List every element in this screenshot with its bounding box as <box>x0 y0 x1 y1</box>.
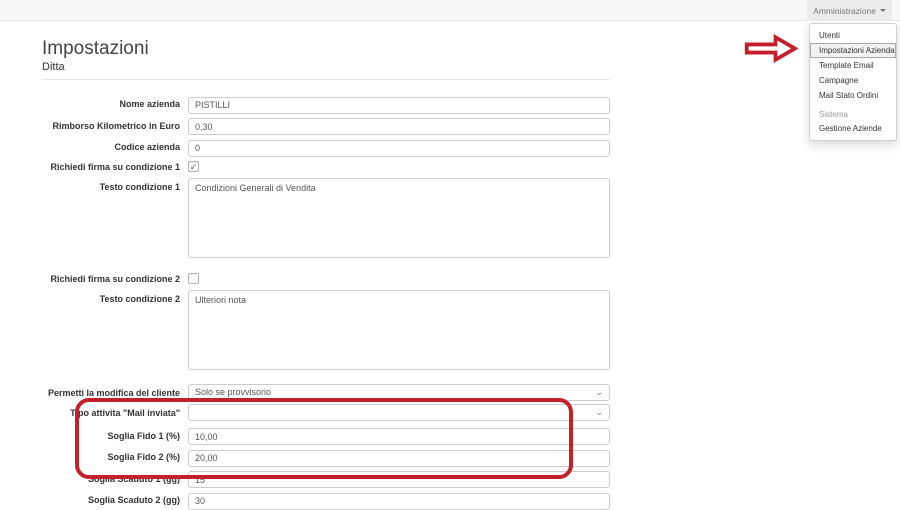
permetti-la-modifica-del-cliente-select[interactable]: Solo se provvisorio <box>188 384 610 401</box>
field-label: Permetti la modifica del cliente <box>42 384 188 398</box>
form-row-richiedi-firma-su-condizione-1: Richiedi firma su condizione 1✓ <box>42 160 610 175</box>
form-row-rimborso-kilometrico-in-euro: Rimborso Kilometrico in Euro <box>42 117 610 136</box>
field-control <box>188 178 610 263</box>
field-label: Testo condizione 2 <box>42 290 188 304</box>
form-row-nome-azienda: Nome azienda <box>42 95 610 114</box>
field-label: Tipo attivita "Mail inviata" <box>42 404 188 418</box>
divider <box>42 79 610 80</box>
richiedi-firma-su-condizione-2-checkbox[interactable] <box>188 273 199 284</box>
menu-item-template-email[interactable]: Template Email <box>810 58 896 73</box>
field-control <box>188 290 610 375</box>
select-wrapper: Solo se provvisorio⌄ <box>188 384 610 401</box>
field-control <box>188 117 610 136</box>
field-control: ⌄ <box>188 404 610 421</box>
field-label: Codice azienda <box>42 138 188 152</box>
field-label: Soglia Fido 1 (%) <box>42 427 188 441</box>
form-row-testo-condizione-2: Testo condizione 2 <box>42 290 610 375</box>
menu-item-campagne[interactable]: Campagne <box>810 73 896 88</box>
admin-dropdown-label: Amministrazione <box>813 6 876 16</box>
field-label: Rimborso Kilometrico in Euro <box>42 117 188 131</box>
form-row-permetti-la-modifica-del-cliente: Permetti la modifica del clienteSolo se … <box>42 384 610 401</box>
field-control: Solo se provvisorio⌄ <box>188 384 610 401</box>
form-row-soglia-scaduto-2-gg: Soglia Scaduto 2 (gg) <box>42 491 610 510</box>
form-row-tipo-attivita-mail-inviata: Tipo attivita "Mail inviata"⌄ <box>42 404 610 421</box>
soglia-fido-2-input[interactable] <box>188 450 610 467</box>
codice-azienda-input[interactable] <box>188 140 610 157</box>
form-row-soglia-fido-2: Soglia Fido 2 (%) <box>42 448 610 467</box>
menu-item-utenti[interactable]: Utenti <box>810 28 896 43</box>
field-control <box>188 427 610 446</box>
menu-header-sistema: Sistema <box>810 107 896 121</box>
red-arrow-icon <box>744 34 798 63</box>
field-control <box>188 272 610 284</box>
page-subtitle: Ditta <box>42 60 610 74</box>
field-control <box>188 491 610 510</box>
company-settings-form: Nome azienda Rimborso Kilometrico in Euro… <box>42 95 610 510</box>
soglia-scaduto-1-gg-input[interactable] <box>188 471 610 488</box>
field-control <box>188 448 610 467</box>
menu-item-gestione-aziende[interactable]: Gestione Aziende <box>810 121 896 136</box>
field-label: Soglia Scaduto 1 (gg) <box>42 470 188 484</box>
field-label: Richiedi firma su condizione 1 <box>42 160 188 172</box>
field-control <box>188 470 610 489</box>
field-label: Testo condizione 1 <box>42 178 188 192</box>
caret-down-icon <box>880 9 886 12</box>
form-row-richiedi-firma-su-condizione-2: Richiedi firma su condizione 2 <box>42 272 610 287</box>
soglia-fido-1-input[interactable] <box>188 428 610 445</box>
field-label: Nome azienda <box>42 95 188 109</box>
testo-condizione-2-textarea[interactable] <box>188 290 610 370</box>
form-row-codice-azienda: Codice azienda <box>42 138 610 157</box>
admin-dropdown-menu: UtentiImpostazioni AziendaTemplate Email… <box>809 23 897 141</box>
testo-condizione-1-textarea[interactable] <box>188 178 610 258</box>
page-title: Impostazioni <box>42 38 610 60</box>
menu-item-mail-stato-ordini[interactable]: Mail Stato Ordini <box>810 88 896 103</box>
field-control <box>188 138 610 157</box>
select-wrapper: ⌄ <box>188 404 610 421</box>
menu-item-impostazioni-azienda[interactable]: Impostazioni Azienda <box>810 43 896 58</box>
richiedi-firma-su-condizione-1-checkbox[interactable]: ✓ <box>188 161 199 172</box>
field-control <box>188 95 610 114</box>
field-label: Soglia Scaduto 2 (gg) <box>42 491 188 505</box>
tipo-attivita-mail-inviata-select[interactable] <box>188 404 610 421</box>
field-label: Richiedi firma su condizione 2 <box>42 272 188 284</box>
form-row-testo-condizione-1: Testo condizione 1 <box>42 178 610 263</box>
main-content: Impostazioni Ditta Nome azienda Rimborso … <box>42 21 610 510</box>
rimborso-kilometrico-in-euro-input[interactable] <box>188 118 610 135</box>
admin-dropdown-button[interactable]: Amministrazione <box>807 0 892 21</box>
nome-azienda-input[interactable] <box>188 97 610 114</box>
field-label: Soglia Fido 2 (%) <box>42 448 188 462</box>
settings-page: Amministrazione UtentiImpostazioni Azien… <box>0 0 900 510</box>
top-navbar: Amministrazione <box>0 0 900 21</box>
field-control: ✓ <box>188 160 610 172</box>
soglia-scaduto-2-gg-input[interactable] <box>188 493 610 510</box>
form-row-soglia-fido-1: Soglia Fido 1 (%) <box>42 427 610 446</box>
form-row-soglia-scaduto-1-gg: Soglia Scaduto 1 (gg) <box>42 470 610 489</box>
